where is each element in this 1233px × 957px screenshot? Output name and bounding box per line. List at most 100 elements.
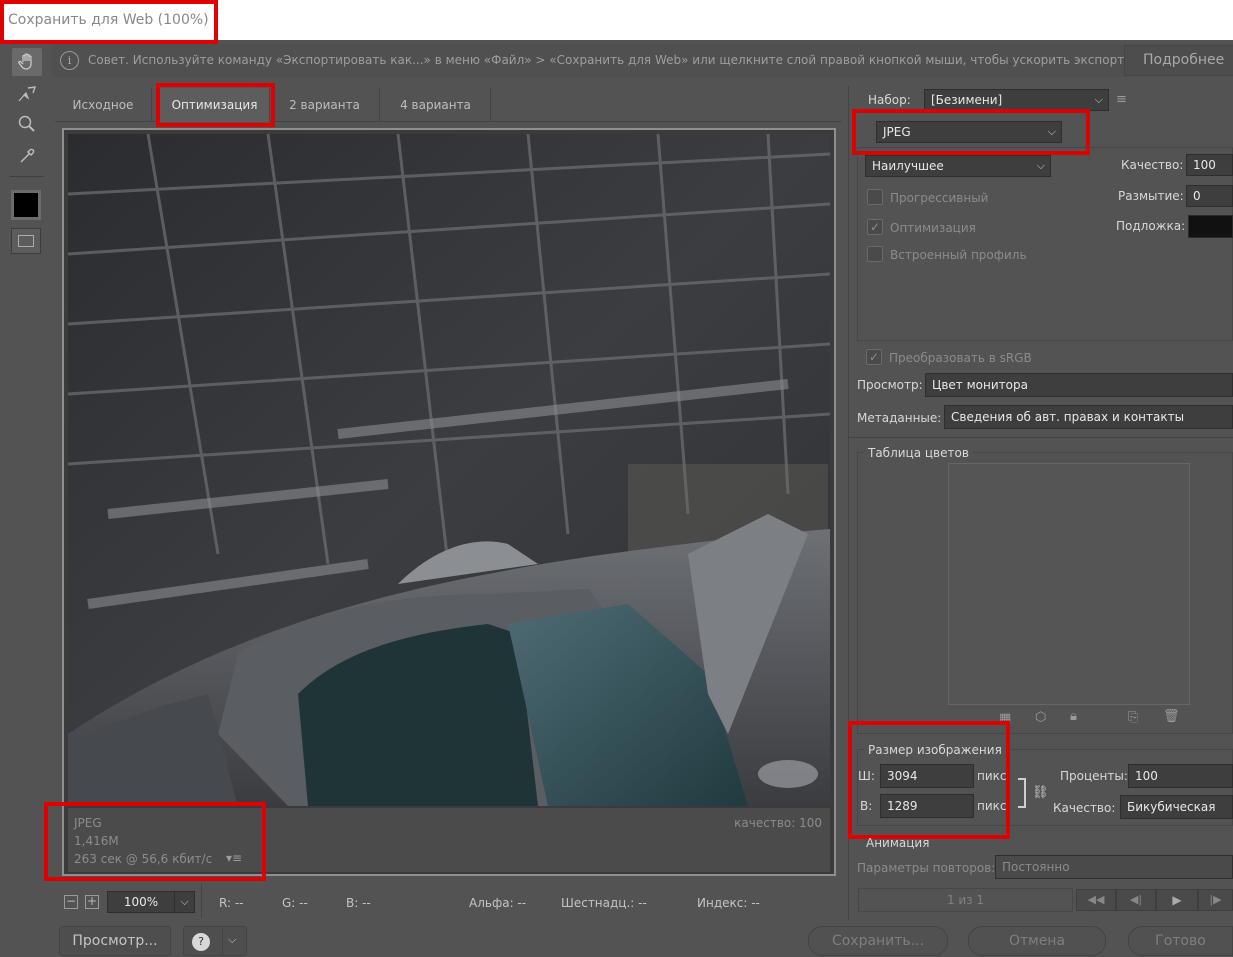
tool-panel [0,44,52,957]
color-table-title: Таблица цветов [864,446,973,460]
resample-value: Бикубическая [1127,800,1216,814]
resample-label: Качество: [1053,801,1116,815]
new-color-icon[interactable]: ⎘ [1128,710,1138,725]
slice-select-icon[interactable] [12,80,42,108]
lock-icon[interactable]: 🔒︎ [1070,709,1077,724]
view-tabs: Исходное Оптимизация 2 варианта 4 вариан… [55,88,842,122]
color-table-area[interactable] [948,463,1190,705]
width-unit: пикс. [977,769,1011,783]
divider [848,437,1233,438]
convert-srgb-checkbox[interactable]: ✓ [866,349,882,365]
zoom-dropdown[interactable]: 100% ⌵ [107,891,195,913]
preview-label: Просмотр: [857,378,923,392]
tab-optimized[interactable]: Оптимизация [160,88,270,122]
matte-color-swatch[interactable] [1188,215,1233,238]
quality-preset-dropdown[interactable]: Наилучшее ⌵ [865,155,1051,177]
preset-label: Набор: [868,93,911,107]
eyedropper-icon[interactable] [12,142,42,170]
preset-value: [Безимени] [931,93,1003,107]
browser-globe-icon: ? [192,933,210,951]
web-snap-icon[interactable]: ▦ [999,711,1011,726]
preview-image[interactable] [68,134,830,806]
width-label: Ш: [858,769,875,783]
channel-hex: Шестнадц.: -- [561,896,647,910]
quality-input[interactable]: 100 [1186,154,1233,176]
preview-color-value: Цвет монитора [932,378,1028,392]
format-dropdown[interactable]: JPEG ⌵ [876,121,1062,143]
trash-icon[interactable]: 🗑︎ [1163,709,1180,724]
percent-label: Проценты: [1060,769,1128,783]
embed-profile-checkbox[interactable] [867,246,883,262]
matte-label: Подложка: [1116,219,1186,233]
preview-format: JPEG [74,816,102,830]
preview-download-time: 263 сек @ 56,6 кбит/с [74,852,213,866]
channel-g: G: -- [282,896,308,910]
more-button[interactable]: Подробнее [1124,45,1233,76]
cube-icon[interactable]: ⬡ [1035,710,1046,725]
quality-preset-value: Наилучшее [872,159,944,173]
chain-link-icon[interactable]: ⛓︎ [1032,785,1049,800]
save-button[interactable]: Сохранить... [808,926,948,956]
download-speed-menu-icon[interactable]: ▾≡ [226,851,242,865]
window-title: Сохранить для Web (100%) [8,12,209,28]
tab-2up[interactable]: 2 варианта [270,88,380,122]
hand-icon[interactable] [12,48,42,76]
color-swatch[interactable] [14,193,38,217]
preset-dropdown[interactable]: [Безимени] ⌵ [924,89,1109,111]
metadata-dropdown[interactable]: Сведения об авт. правах и контакты [944,405,1233,429]
convert-srgb-label: Преобразовать в sRGB [889,351,1032,365]
toolbar-divider [10,176,44,177]
width-input[interactable]: 3094 [880,764,974,788]
cancel-button[interactable]: Отмена [968,926,1106,956]
preview-color-dropdown[interactable]: Цвет монитора [925,373,1233,397]
optimized-checkbox[interactable]: ✓ [867,219,883,235]
blur-input[interactable]: 0 [1186,185,1233,207]
zoom-icon[interactable] [12,110,42,138]
next-frame-icon[interactable]: |▶ [1198,889,1233,911]
chevron-down-icon: ⌵ [1094,93,1103,106]
height-label: В: [860,799,873,813]
link-bracket [1018,778,1026,808]
height-input[interactable]: 1289 [880,794,974,818]
channel-alpha: Альфа: -- [469,896,527,910]
percent-input[interactable]: 100 [1128,764,1233,788]
optimized-label: Оптимизация [890,221,976,235]
channel-r: R: -- [219,896,244,910]
tip-bar: i Совет. Используйте команду «Экспортиро… [52,44,1233,77]
color-swatch-frame[interactable] [11,190,41,220]
tab-4up[interactable]: 4 варианта [381,88,491,122]
play-icon[interactable]: ▶ [1156,889,1198,911]
animation-title: Анимация [866,836,930,850]
chevron-down-icon: ⌵ [174,892,194,912]
divider [201,884,202,918]
preview-file-size: 1,416M [74,834,119,848]
loop-dropdown[interactable]: Постоянно [995,855,1233,879]
chevron-down-icon: ⌵ [1036,159,1045,172]
image-size-title: Размер изображения [864,743,1006,757]
resample-dropdown[interactable]: Бикубическая [1120,795,1233,819]
height-unit: пикс. [977,799,1011,813]
previous-frame-icon[interactable]: ◀| [1116,889,1156,911]
info-icon: i [60,51,79,70]
done-button[interactable]: Готово [1128,926,1233,956]
browser-preview-dropdown[interactable]: ? ⌵ [183,926,247,956]
zoom-in-icon[interactable]: + [85,895,99,909]
format-value: JPEG [883,125,911,139]
progressive-checkbox[interactable] [867,189,883,205]
window-title-bar: Сохранить для Web (100%) [0,0,1233,40]
frame-counter: 1 из 1 [858,888,1073,912]
optimize-menu-icon[interactable]: ≡ [1116,92,1127,107]
zoom-and-channel-bar: − + 100% ⌵ R: -- G: -- B: -- Альфа: -- Ш… [55,884,842,920]
channel-index: Индекс: -- [697,896,760,910]
metadata-label: Метаданные: [857,411,942,425]
slice-visibility-icon[interactable] [11,228,41,254]
tab-original[interactable]: Исходное [55,88,152,122]
first-frame-icon[interactable]: ◀◀ [1076,889,1116,911]
preview-panel: JPEG 1,416M 263 сек @ 56,6 кбит/с ▾≡ кач… [62,128,836,876]
quality-label: Качество: [1121,158,1184,172]
preview-button[interactable]: Просмотр... [59,926,171,956]
zoom-out-icon[interactable]: − [64,895,78,909]
progressive-label: Прогрессивный [890,191,989,205]
blur-label: Размытие: [1118,189,1184,203]
preview-status: JPEG 1,416M 263 сек @ 56,6 кбит/с ▾≡ кач… [68,808,830,872]
